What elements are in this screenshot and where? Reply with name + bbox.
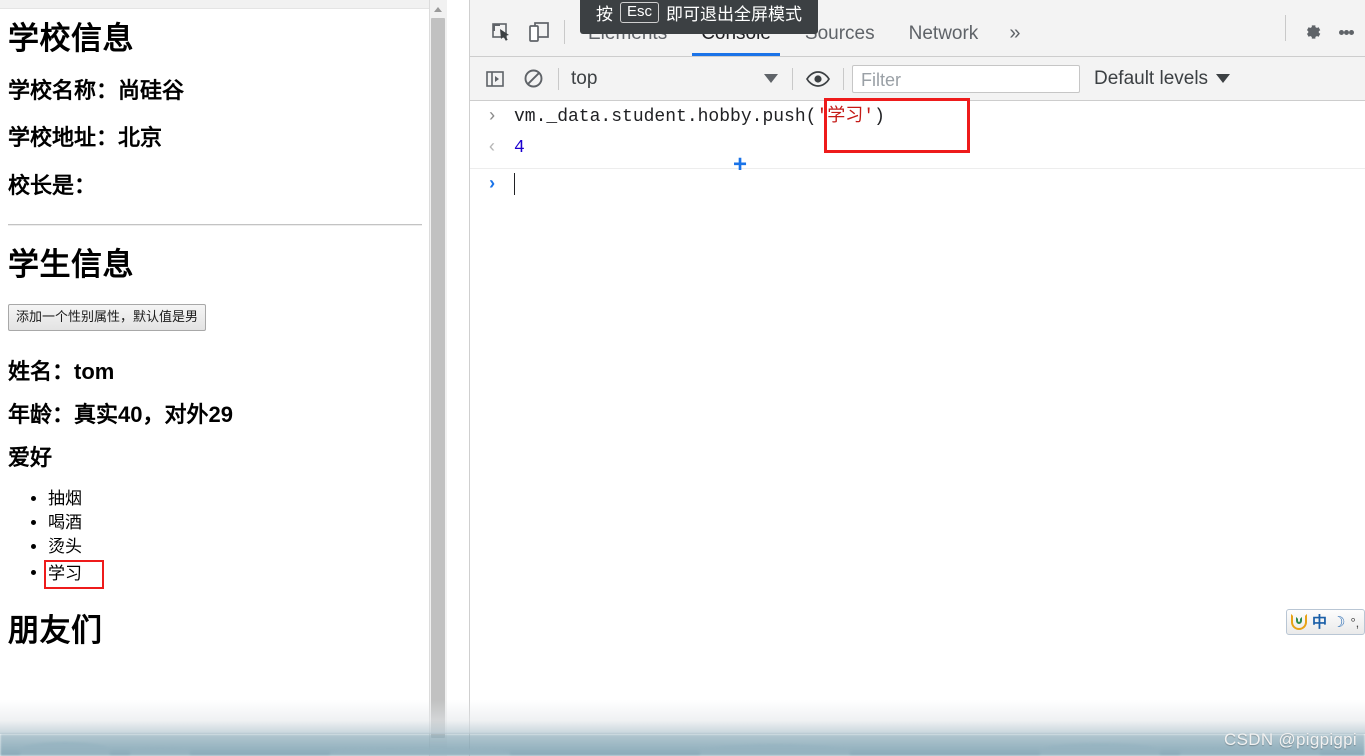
school-info-heading: 学校信息	[8, 21, 134, 56]
toolbar-divider	[843, 67, 844, 90]
console-log-area[interactable]: › vm._data.student.hobby.push('学习') ‹ 4 …	[470, 98, 1365, 756]
toolbar-divider	[558, 67, 559, 90]
wallpaper-shape	[330, 748, 510, 756]
text-caret	[514, 173, 515, 195]
inspect-element-icon[interactable]	[482, 12, 520, 52]
prompt-chevron-icon: ›	[486, 175, 498, 195]
console-toolbar: top Filter Default levels	[470, 57, 1365, 101]
tab-network[interactable]: Network	[892, 12, 996, 56]
device-toolbar-icon[interactable]	[520, 12, 558, 52]
wallpaper-shape	[1040, 743, 1160, 756]
screenshot-root: 学校信息 学校名称：尚硅谷 学校地址：北京 校长是： 学生信息 添加一个性别属性…	[0, 0, 1365, 756]
wallpaper-shape	[130, 747, 190, 756]
toolbar-divider	[792, 67, 793, 90]
add-gender-button[interactable]: 添加一个性别属性，默认值是男	[8, 304, 207, 331]
filter-input[interactable]: Filter	[852, 64, 1080, 93]
command-suffix: )	[874, 107, 885, 127]
execution-context-value: top	[571, 67, 598, 89]
execution-context-select[interactable]: top	[565, 68, 786, 90]
student-name-line: 姓名：tom	[8, 358, 115, 384]
ime-language-mode[interactable]: 中	[1312, 615, 1327, 630]
hobby-label: 喝酒	[48, 512, 82, 532]
friends-heading: 朋友们	[8, 612, 103, 648]
console-result-row: ‹ 4	[470, 132, 1365, 169]
viewport-top-edge	[0, 0, 447, 9]
devtools-tabbar: Elements Console Sources Network »	[470, 0, 1365, 57]
hobby-list: 抽烟 喝酒 烫头 学习	[8, 487, 422, 589]
tooltip-esc-key: Esc	[620, 1, 660, 24]
hobby-label-highlighted: 学习	[44, 559, 104, 589]
ime-floating-toolbar[interactable]: 中 ☽ °,	[1286, 609, 1365, 635]
school-name-line: 学校名称：尚硅谷	[8, 78, 185, 104]
wallpaper-shape	[700, 744, 850, 756]
console-command-text: vm._data.student.hobby.push('学习')	[514, 105, 885, 129]
kebab-dot	[1348, 29, 1354, 35]
console-prompt-row[interactable]: ›	[470, 169, 1365, 201]
command-string-literal: '学习'	[816, 107, 875, 127]
wallpaper-shape	[20, 742, 110, 756]
page-vertical-scrollbar[interactable]	[429, 0, 447, 756]
command-prefix: vm._data.student.hobby.push(	[514, 107, 817, 127]
chevron-down-icon	[1216, 74, 1231, 83]
school-address-line: 学校地址：北京	[8, 125, 163, 151]
output-chevron-icon: ‹	[486, 138, 498, 158]
student-info-heading: 学生信息	[8, 246, 134, 282]
blurred-desktop-strip	[0, 734, 1365, 756]
hobby-heading: 爱好	[8, 445, 53, 471]
gear-icon[interactable]	[1292, 14, 1332, 50]
csdn-watermark: CSDN @pigpigpi	[1224, 730, 1357, 749]
tooltip-prefix: 按	[596, 5, 613, 24]
ime-moon-icon[interactable]: ☽	[1332, 615, 1345, 630]
list-item: 烫头	[48, 535, 422, 559]
result-number: 4	[514, 138, 525, 158]
live-expression-eye-icon[interactable]	[799, 64, 837, 94]
more-tabs-chevron-icon[interactable]: »	[995, 12, 1034, 56]
ime-punctuation-icon[interactable]: °,	[1350, 616, 1359, 629]
student-age-line: 年龄：真实40，对外29	[8, 401, 233, 427]
chevron-down-icon	[764, 74, 778, 83]
kebab-dot	[1338, 29, 1344, 35]
browser-page-viewport: 学校信息 学校名称：尚硅谷 学校地址：北京 校长是： 学生信息 添加一个性别属性…	[0, 0, 447, 756]
more-options-icon[interactable]	[1332, 14, 1360, 50]
console-result-value: 4	[514, 136, 525, 160]
tooltip-suffix: 即可退出全屏模式	[666, 5, 803, 24]
section-divider	[8, 223, 422, 226]
scrollbar-thumb[interactable]	[431, 18, 445, 738]
input-chevron-icon: ›	[486, 107, 498, 127]
clear-console-icon[interactable]	[514, 64, 552, 94]
console-prompt-input[interactable]	[514, 173, 515, 199]
toolbar-divider	[564, 20, 565, 44]
log-levels-value: Default levels	[1094, 67, 1209, 89]
list-item: 喝酒	[48, 511, 422, 535]
devtools-panel: Elements Console Sources Network »	[469, 0, 1365, 756]
sogou-logo-icon[interactable]	[1291, 614, 1307, 630]
annotation-plus-marker: +	[733, 151, 748, 178]
console-sidebar-icon[interactable]	[476, 64, 514, 94]
log-levels-select[interactable]: Default levels	[1094, 67, 1231, 90]
list-item-highlighted: 学习	[44, 559, 422, 589]
kebab-dot	[1343, 29, 1349, 35]
page-content: 学校信息 学校名称：尚硅谷 学校地址：北京 校长是： 学生信息 添加一个性别属性…	[0, 10, 430, 666]
scroll-up-arrow-icon[interactable]	[430, 0, 447, 17]
list-item: 抽烟	[48, 487, 422, 511]
school-principal-line: 校长是：	[8, 172, 97, 198]
hobby-label: 抽烟	[48, 488, 82, 508]
toolbar-divider	[1285, 15, 1286, 41]
devtools-tabbar-right	[1279, 14, 1360, 50]
console-input-row[interactable]: › vm._data.student.hobby.push('学习')	[470, 101, 1365, 132]
fullscreen-exit-tooltip: 按 Esc 即可退出全屏模式	[580, 0, 819, 34]
hobby-label: 烫头	[48, 536, 82, 556]
